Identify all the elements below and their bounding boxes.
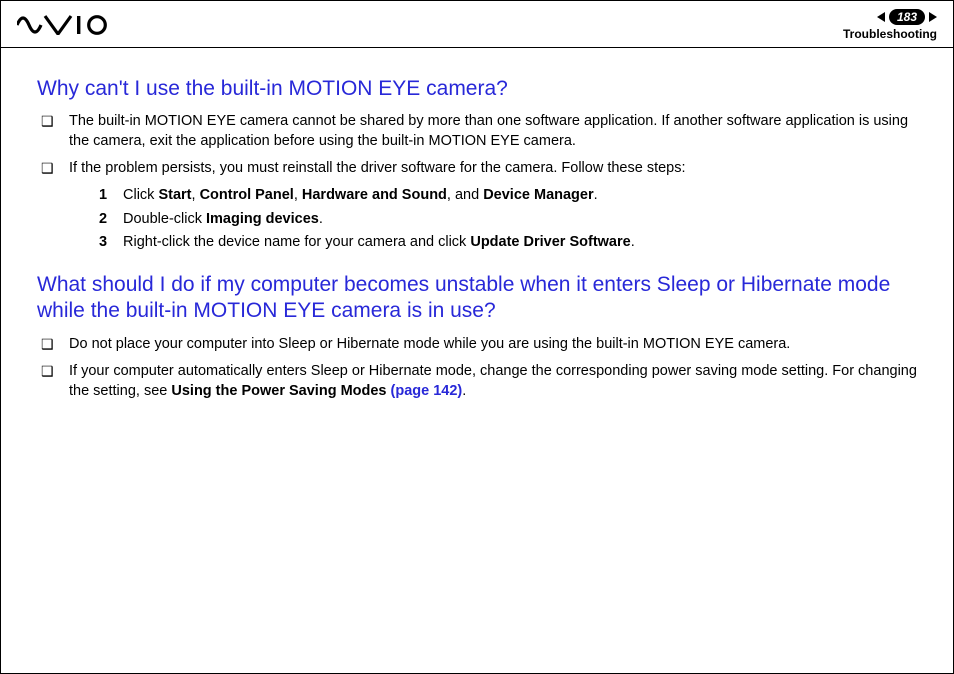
question-1-bullets: The built-in MOTION EYE camera cannot be… bbox=[41, 112, 917, 254]
ui-term: Imaging devices bbox=[206, 211, 319, 227]
ui-term: Device Manager bbox=[483, 187, 593, 203]
question-2-heading: What should I do if my computer becomes … bbox=[37, 272, 917, 325]
next-page-icon[interactable] bbox=[929, 12, 937, 22]
body-text: . bbox=[631, 234, 635, 250]
ui-term: Update Driver Software bbox=[470, 234, 630, 250]
list-item: If your computer automatically enters Sl… bbox=[41, 362, 917, 401]
question-2-bullets: Do not place your computer into Sleep or… bbox=[41, 335, 917, 402]
page-number-badge: 183 bbox=[889, 9, 925, 25]
body-text: . bbox=[462, 383, 466, 399]
step-item: Right-click the device name for your cam… bbox=[99, 232, 917, 254]
page-xref-link[interactable]: (page 142) bbox=[391, 383, 463, 399]
section-label: Troubleshooting bbox=[843, 27, 937, 41]
step-item: Click Start, Control Panel, Hardware and… bbox=[99, 185, 917, 207]
body-text: Right-click the device name for your cam… bbox=[123, 234, 470, 250]
ui-term: Hardware and Sound bbox=[302, 187, 447, 203]
list-item: The built-in MOTION EYE camera cannot be… bbox=[41, 112, 917, 151]
step-item: Double-click Imaging devices. bbox=[99, 209, 917, 231]
body-text: If the problem persists, you must reinst… bbox=[69, 160, 686, 176]
xref-text: Using the Power Saving Modes bbox=[171, 383, 390, 399]
page-header: 183 Troubleshooting bbox=[1, 1, 953, 48]
body-text: , and bbox=[447, 187, 483, 203]
body-text: . bbox=[319, 211, 323, 227]
list-item: Do not place your computer into Sleep or… bbox=[41, 335, 917, 355]
ui-term: Control Panel bbox=[200, 187, 294, 203]
body-text: . bbox=[594, 187, 598, 203]
steps-list: Click Start, Control Panel, Hardware and… bbox=[99, 185, 917, 254]
vaio-logo bbox=[17, 15, 113, 35]
ui-term: Start bbox=[158, 187, 191, 203]
question-1-heading: Why can't I use the built-in MOTION EYE … bbox=[37, 76, 917, 102]
header-right: 183 Troubleshooting bbox=[843, 9, 937, 41]
body-text: Click bbox=[123, 187, 158, 203]
list-item: If the problem persists, you must reinst… bbox=[41, 159, 917, 254]
page-nav: 183 bbox=[843, 9, 937, 25]
body-text: , bbox=[192, 187, 200, 203]
body-text: Double-click bbox=[123, 211, 206, 227]
body-text: , bbox=[294, 187, 302, 203]
page-content: Why can't I use the built-in MOTION EYE … bbox=[1, 48, 953, 439]
prev-page-icon[interactable] bbox=[877, 12, 885, 22]
